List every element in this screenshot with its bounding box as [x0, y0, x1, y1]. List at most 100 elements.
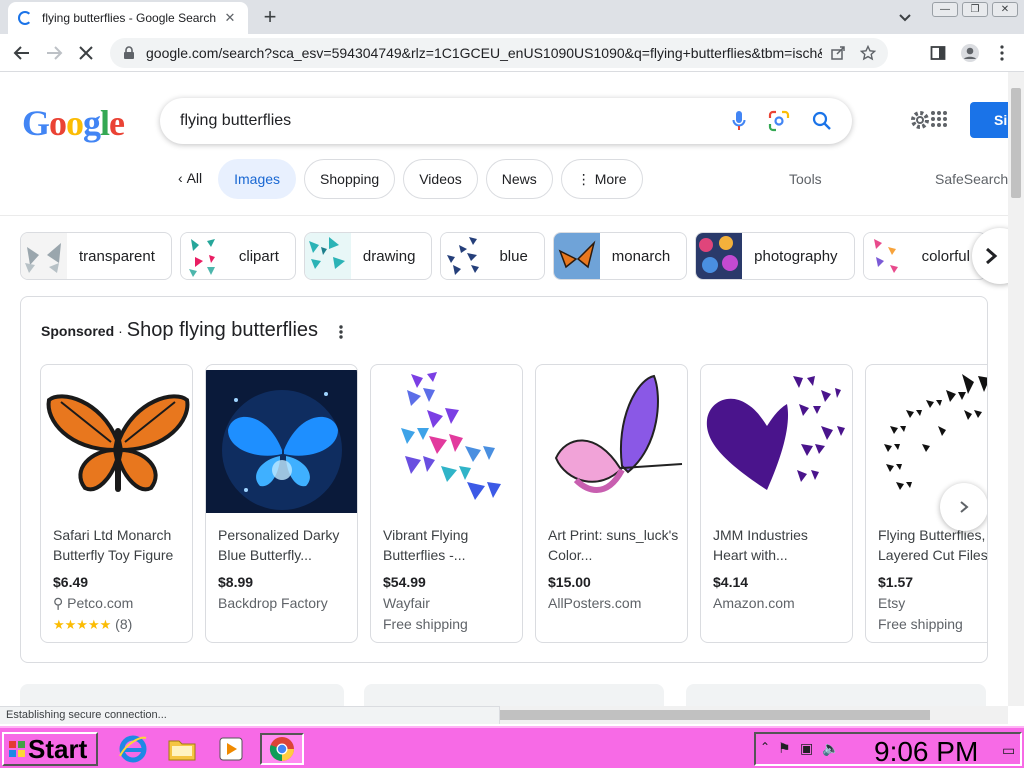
product-card[interactable]: Art Print: suns_luck's Color... $15.00 A… — [535, 364, 688, 643]
chevron-right-icon — [986, 247, 998, 265]
microphone-icon[interactable] — [732, 110, 746, 132]
side-panel-icon[interactable] — [926, 41, 950, 65]
chevron-right-icon — [960, 501, 969, 513]
more-options-icon[interactable] — [337, 323, 345, 341]
stop-loading-icon[interactable] — [74, 41, 98, 65]
google-logo[interactable]: Google — [22, 102, 125, 144]
tray-expand-icon[interactable]: ⌃ — [760, 740, 770, 754]
related-chip-drawing[interactable]: drawing — [303, 232, 433, 280]
product-name: Vibrant Flying Butterflies -... — [383, 527, 469, 563]
product-store: Petco.com — [67, 595, 134, 611]
tools-button[interactable]: Tools — [789, 171, 822, 187]
window-controls: — ❐ ✕ — [932, 2, 1018, 17]
products-next-button[interactable] — [940, 483, 987, 531]
image-result-tile[interactable] — [686, 684, 986, 706]
search-box[interactable]: flying butterflies — [160, 98, 852, 144]
new-tab-button[interactable]: + — [258, 5, 282, 29]
media-player-icon[interactable] — [214, 733, 248, 765]
scrollbar-thumb[interactable] — [1011, 88, 1021, 198]
logo-letter: g — [83, 103, 101, 143]
close-window-button[interactable]: ✕ — [992, 2, 1018, 17]
product-name: Art Print: suns_luck's Color... — [548, 527, 679, 563]
internet-explorer-icon[interactable] — [116, 733, 150, 765]
product-price: $4.14 — [713, 574, 749, 590]
filter-shopping[interactable]: Shopping — [304, 159, 396, 199]
browser-tab[interactable]: flying butterflies - Google Search ✕ — [8, 2, 248, 34]
filter-more[interactable]: ⋮ More — [560, 159, 643, 199]
horizontal-scrollbar[interactable] — [500, 706, 1008, 724]
rating-stars-icon: ★★★★★ — [53, 617, 112, 632]
filter-all[interactable]: ‹ All — [170, 159, 211, 199]
filter-news[interactable]: News — [485, 159, 553, 199]
status-bar: Establishing secure connection... — [0, 706, 500, 724]
product-card[interactable]: Vibrant Flying Butterflies -... $54.99 W… — [370, 364, 523, 643]
volume-icon[interactable]: 🔈 — [822, 740, 839, 757]
more-vert-icon: ⋮ — [576, 171, 595, 187]
butterfly-thumbnail-icon — [21, 233, 67, 279]
google-apps-icon[interactable] — [930, 110, 948, 128]
tray-flag-icon[interactable]: ⚑ — [778, 740, 791, 757]
restore-button[interactable]: ❐ — [962, 2, 988, 17]
related-chip-transparent[interactable]: transparent — [20, 232, 172, 280]
dark-blue-butterfly-image — [206, 370, 357, 513]
close-tab-icon[interactable]: ✕ — [222, 10, 238, 26]
share-icon[interactable] — [830, 45, 846, 61]
browser-menu-icon[interactable] — [990, 41, 1014, 65]
related-chip-colorful[interactable]: colorful — [862, 232, 987, 280]
product-price: $54.99 — [383, 574, 426, 590]
product-card[interactable]: Personalized Darky Blue Butterfly... $8.… — [205, 364, 358, 643]
tab-title: flying butterflies - Google Search — [42, 11, 217, 25]
location-pin-icon: ⚲ — [53, 595, 68, 611]
related-label: transparent — [79, 247, 155, 265]
settings-gear-icon[interactable] — [908, 108, 932, 132]
chrome-taskbar-icon[interactable] — [260, 733, 304, 765]
related-label: monarch — [611, 247, 671, 265]
image-result-tile[interactable] — [364, 684, 664, 706]
filter-images[interactable]: Images — [218, 159, 297, 199]
back-arrow-icon[interactable] — [10, 41, 34, 65]
search-icon[interactable] — [812, 111, 832, 131]
image-result-tile[interactable] — [20, 684, 344, 706]
product-price: $8.99 — [218, 574, 254, 590]
minimize-button[interactable]: — — [932, 2, 958, 17]
butterfly-thumbnail-icon — [180, 233, 227, 279]
taskbar: Start ⌃ ⚑ ▣ 🔈 9:06 PM ▭ — [0, 726, 1024, 768]
scrollbar-thumb[interactable] — [500, 710, 930, 720]
related-chip-clipart[interactable]: clipart — [179, 232, 296, 280]
related-label: photography — [754, 247, 838, 265]
network-icon[interactable]: ▣ — [800, 740, 813, 757]
product-name: Flying Butterflies, Layered Cut Files — [878, 527, 988, 563]
bookmark-star-icon[interactable] — [860, 45, 876, 61]
file-explorer-icon[interactable] — [165, 733, 199, 765]
clock[interactable]: 9:06 PM — [874, 736, 978, 768]
url-text: google.com/search?sca_esv=594304749&rlz=… — [146, 45, 822, 61]
browser-toolbar: google.com/search?sca_esv=594304749&rlz=… — [0, 34, 1024, 72]
lens-camera-icon[interactable] — [768, 110, 790, 132]
safesearch-button[interactable]: SafeSearch — [935, 171, 1008, 187]
search-input[interactable]: flying butterflies — [180, 112, 732, 130]
filter-videos[interactable]: Videos — [403, 159, 478, 199]
filter-label: More — [594, 171, 627, 187]
start-button[interactable]: Start — [2, 732, 98, 766]
product-card[interactable]: JMM Industries Heart with... $4.14 Amazo… — [700, 364, 853, 643]
show-desktop-icon[interactable]: ▭ — [1002, 742, 1015, 759]
related-label: drawing — [362, 247, 416, 265]
related-chip-photography[interactable]: photography — [695, 232, 855, 280]
forward-arrow-icon[interactable] — [42, 41, 66, 65]
product-card[interactable]: Safari Ltd Monarch Butterfly Toy Figure … — [40, 364, 193, 643]
sign-in-button[interactable]: Si — [970, 102, 1008, 138]
address-bar[interactable]: google.com/search?sca_esv=594304749&rlz=… — [110, 38, 888, 68]
tab-search-chevron-icon[interactable] — [896, 8, 914, 26]
related-chip-blue[interactable]: blue — [440, 232, 545, 280]
vibrant-butterflies-image — [401, 372, 501, 500]
logo-letter: G — [22, 103, 50, 143]
product-store: AllPosters.com — [548, 595, 642, 611]
product-name: Safari Ltd Monarch Butterfly Toy Figure — [53, 527, 174, 563]
related-chip-monarch[interactable]: monarch — [552, 232, 688, 280]
butterfly-thumbnail-icon — [304, 233, 351, 279]
product-store: Etsy — [878, 595, 906, 611]
vertical-scrollbar[interactable] — [1008, 72, 1024, 706]
profile-avatar-icon[interactable] — [958, 41, 982, 65]
product-rating-row: ★★★★★ (8) — [53, 616, 132, 633]
windows-flag-icon — [9, 741, 25, 757]
